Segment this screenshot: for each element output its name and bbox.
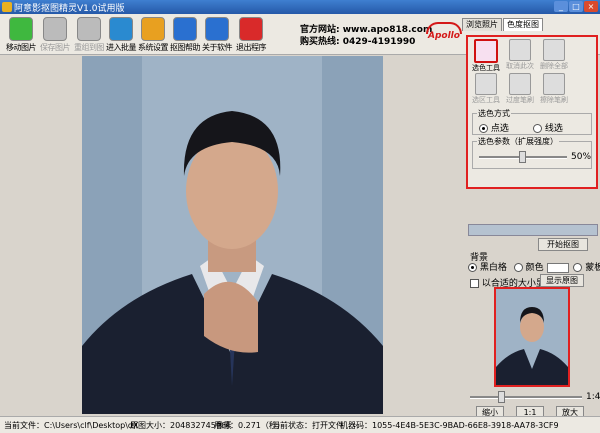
help-button[interactable]: 抠图帮助 [168, 16, 202, 54]
undo-icon [77, 17, 101, 41]
slider-thumb[interactable] [519, 151, 526, 163]
exit-button[interactable]: 退出程序 [234, 16, 268, 54]
title-bar: 阿意影抠图精灵V1.0试用版 _ □ × [0, 0, 600, 14]
undo-tool[interactable]: 取消此次 [504, 39, 536, 71]
zoom-ratio-label: 1:4 [586, 392, 600, 402]
arrow-up-icon [9, 17, 33, 41]
color-picker-icon [474, 39, 498, 63]
line-select-radio[interactable]: 线选 [533, 121, 563, 134]
about-button[interactable]: 关于软件 [200, 16, 234, 54]
photo-canvas [0, 55, 462, 415]
portrait-photo [82, 56, 383, 414]
apollo-logo: Apollo [424, 22, 462, 42]
color-swatch[interactable] [546, 262, 569, 273]
batch-button[interactable]: 进入批量 [104, 16, 138, 54]
app-icon [2, 2, 12, 12]
mask-radio[interactable]: 蒙板 [573, 263, 600, 273]
color-mode-group: 选色方式 点选 线选 [472, 108, 592, 135]
checker-radio[interactable]: 黑白格 [468, 263, 507, 273]
transition-brush-tool[interactable]: 过度笔刷 [504, 73, 536, 105]
regroup-button[interactable]: 重组到图 [72, 16, 106, 54]
point-select-radio[interactable]: 点选 [479, 121, 509, 134]
zoom-thumb[interactable] [498, 391, 505, 403]
contact-info: 官方网站: www.apo818.com 购买热线: 0429-4191990 [300, 24, 432, 48]
thumbnail-preview [494, 287, 570, 387]
undo-icon [509, 39, 531, 61]
tab-chroma[interactable]: 色度抠图 [503, 18, 543, 31]
status-file: 当前文件：C:\Users\clf\Desktop\dX [4, 421, 139, 430]
status-state: 当前状态：打开文件 [272, 421, 344, 430]
info-icon [205, 17, 229, 41]
close-button[interactable]: × [584, 1, 598, 12]
color-preview-bar [468, 224, 598, 236]
delete-all-tool[interactable]: 删除全部 [538, 39, 570, 71]
show-original-button[interactable]: 显示原图 [540, 274, 584, 287]
background-options: 黑白格 颜色 蒙板 [468, 260, 600, 273]
star-icon [475, 73, 497, 95]
help-icon [173, 17, 197, 41]
eraser-icon [543, 73, 565, 95]
save-icon [43, 17, 67, 41]
zoom-slider[interactable] [470, 396, 582, 399]
settings-button[interactable]: 系统设置 [136, 16, 170, 54]
tools-group: 选色工具 取消此次 删除全部 选区工具 过度笔刷 擦除笔刷 选色方式 点选 线选… [466, 35, 598, 189]
select-color-tool[interactable]: 选色工具 [470, 39, 502, 72]
status-bar: 当前文件：C:\Users\clf\Desktop\dX 原图大小：204832… [0, 416, 600, 433]
gear-icon [141, 17, 165, 41]
selection-tool[interactable]: 选区工具 [470, 73, 502, 105]
start-matting-button[interactable]: 开始抠图 [538, 238, 588, 251]
power-icon [239, 17, 263, 41]
x-icon [543, 39, 565, 61]
tab-browse[interactable]: 浏览照片 [462, 18, 502, 31]
hotline-label: 购买热线: 0429-4191990 [300, 37, 416, 47]
color-param-group: 选色参数（扩展强度） 50% [472, 136, 592, 169]
status-machine-code: 机器码：1055-4E4B-5E3C-9BAD-66E8-3918-AA78-3… [340, 421, 559, 430]
website-label: 官方网站: www.apo818.com [300, 25, 433, 35]
move-image-button[interactable]: 移动图片 [4, 16, 38, 54]
erase-brush-tool[interactable]: 擦除笔刷 [538, 73, 570, 105]
color-radio[interactable]: 颜色 [513, 263, 544, 273]
window-title: 阿意影抠图精灵V1.0试用版 [14, 4, 125, 14]
maximize-button[interactable]: □ [569, 1, 583, 12]
minimize-button[interactable]: _ [554, 1, 568, 12]
brush-icon [509, 73, 531, 95]
save-image-button[interactable]: 保存图片 [38, 16, 72, 54]
batch-icon [109, 17, 133, 41]
param-value: 50% [571, 152, 592, 162]
